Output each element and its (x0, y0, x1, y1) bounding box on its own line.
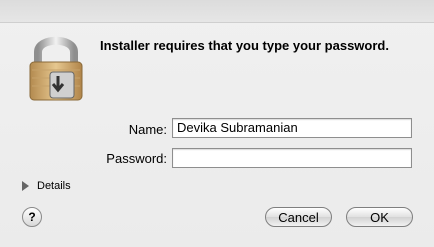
help-button[interactable]: ? (22, 207, 42, 227)
name-label: Name: (128, 122, 167, 137)
password-field[interactable] (172, 148, 412, 168)
authentication-dialog: Installer requires that you type your pa… (0, 0, 434, 247)
prompt-message: Installer requires that you type your pa… (100, 38, 389, 53)
details-label: Details (37, 180, 71, 192)
padlock-icon (29, 36, 83, 101)
title-bar (0, 0, 434, 23)
password-label: Password: (106, 151, 167, 166)
name-field[interactable]: Devika Subramanian (172, 118, 412, 138)
cancel-button[interactable]: Cancel (265, 207, 332, 227)
details-disclosure[interactable]: Details (22, 180, 71, 192)
disclosure-triangle-icon (22, 181, 29, 192)
ok-button[interactable]: OK (346, 207, 413, 227)
